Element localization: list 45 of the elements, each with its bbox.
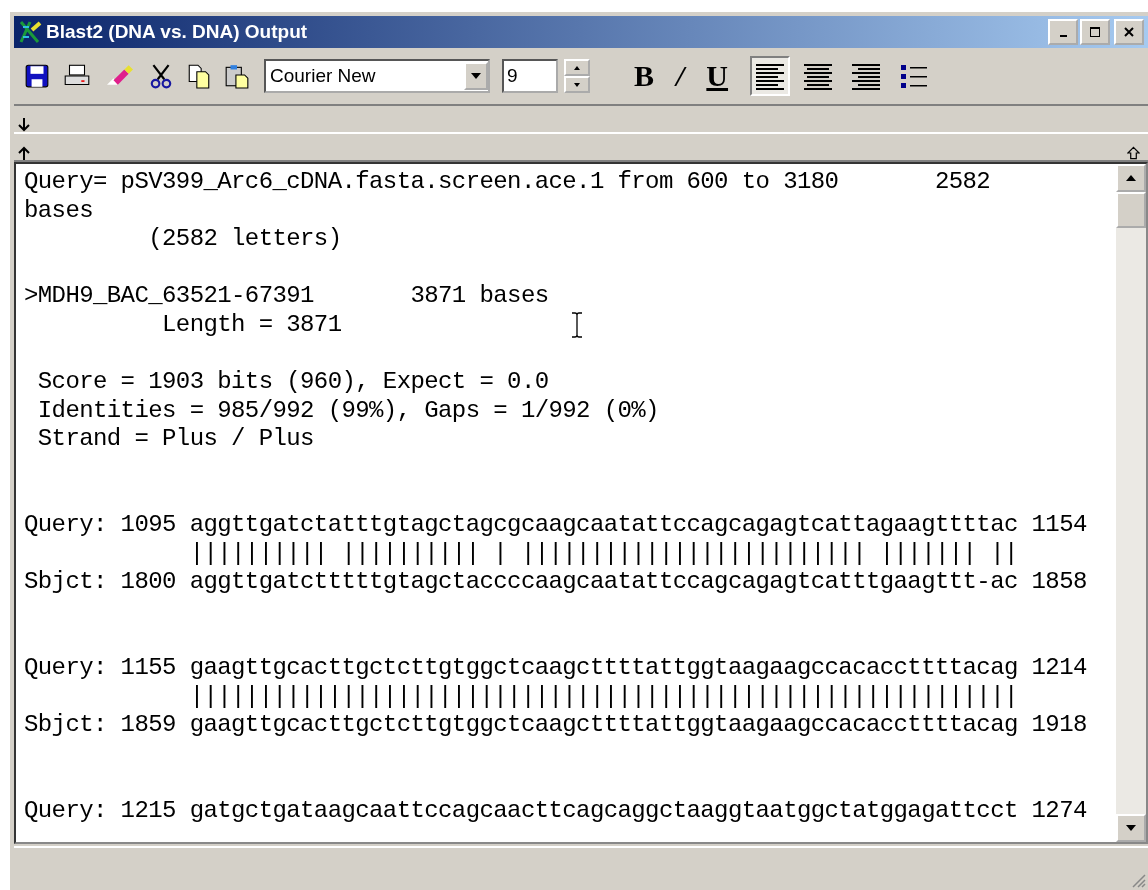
maximize-button[interactable]	[1080, 19, 1110, 45]
italic-button[interactable]: /	[672, 61, 689, 91]
text-cursor-icon	[571, 312, 583, 338]
align-lines-icon	[803, 61, 834, 91]
scroll-down-icon	[1126, 825, 1136, 831]
maximize-icon	[1089, 26, 1101, 38]
size-spinner[interactable]	[564, 59, 590, 93]
font-dropdown[interactable]: Courier New	[264, 59, 490, 93]
output-line: bases	[24, 196, 93, 224]
alignment-line: Sbjct: 1800 aggttgatctttttgtagctaccccaagcaatattccagcagagtcatttgaagttt-ac 1858	[24, 568, 1087, 596]
up-caret-icon	[574, 65, 580, 70]
align-lines-icon	[851, 61, 882, 91]
output-line: Identities = 985/992 (99%), Gaps = 1/992 (0%)	[36, 396, 659, 424]
output-line: Length = 3871	[161, 310, 342, 338]
window-title: Blast2 (DNA vs. DNA) Output	[46, 21, 308, 43]
underline-button[interactable]: U	[702, 61, 733, 91]
output-line: Query= pSV399_Arc6_cDNA.fasta.screen.ace.1 from 600 to 3180 2582	[24, 168, 991, 195]
output-line: Score = 1903 bits (960), Expect = 0.0	[36, 368, 549, 396]
alignment-line: Query: 1095 aggttgatctatttgtagctagcgcaagcaatattccagcagagtcattagaagttttac 1154	[24, 511, 1087, 539]
up-arrow-icon	[18, 146, 30, 160]
helix-icon	[18, 20, 42, 44]
align-left-button[interactable]	[750, 56, 791, 96]
down-caret-icon	[574, 82, 580, 87]
minimize-icon	[1059, 35, 1067, 37]
bold-button[interactable]: B	[630, 61, 658, 91]
down-arrow-icon	[18, 118, 30, 132]
output-line: >MDH9_BAC_63521-67391 3871 bases	[24, 282, 549, 310]
alignment-line: Query: 1155 gaagttgcacttgctcttgtggctcaagcttttattggtaagaagccacaccttttacag 1214	[24, 654, 1087, 682]
shift-arrow-icon	[1127, 146, 1140, 160]
text-editor[interactable]	[14, 162, 1148, 844]
close-button[interactable]	[1114, 19, 1144, 45]
vertical-scrollbar[interactable]	[1116, 164, 1146, 842]
scroll-up-icon	[1126, 175, 1136, 181]
resize-grip-icon[interactable]	[1130, 872, 1146, 888]
alignment-line: Query: 1215 gatgctgataagcaattccagcaacttcagcaggctaaggtaatggctatggagattcct 1274	[24, 797, 1087, 825]
caret-icon	[471, 73, 481, 79]
output-line: (2582 letters)	[147, 225, 342, 253]
alignment-line: ||||||||||||||||||||||||||||||||||||||||||||||||||||||||||||	[188, 682, 1018, 710]
close-icon	[1123, 26, 1135, 38]
alignment-line: |||||||||| |||||||||| | ||||||||||||||||||||||||| ||||||| ||	[188, 539, 1018, 567]
scroll-thumb[interactable]	[1116, 192, 1146, 228]
output-line: Strand = Plus / Plus	[36, 425, 314, 453]
font-size-field[interactable]: 9	[502, 59, 558, 93]
alignment-line: Sbjct: 1859 gaagttgcacttgctcttgtggctcaagcttttattggtaagaagccacaccttttacag 1918	[24, 711, 1087, 739]
align-lines-icon	[755, 61, 786, 91]
